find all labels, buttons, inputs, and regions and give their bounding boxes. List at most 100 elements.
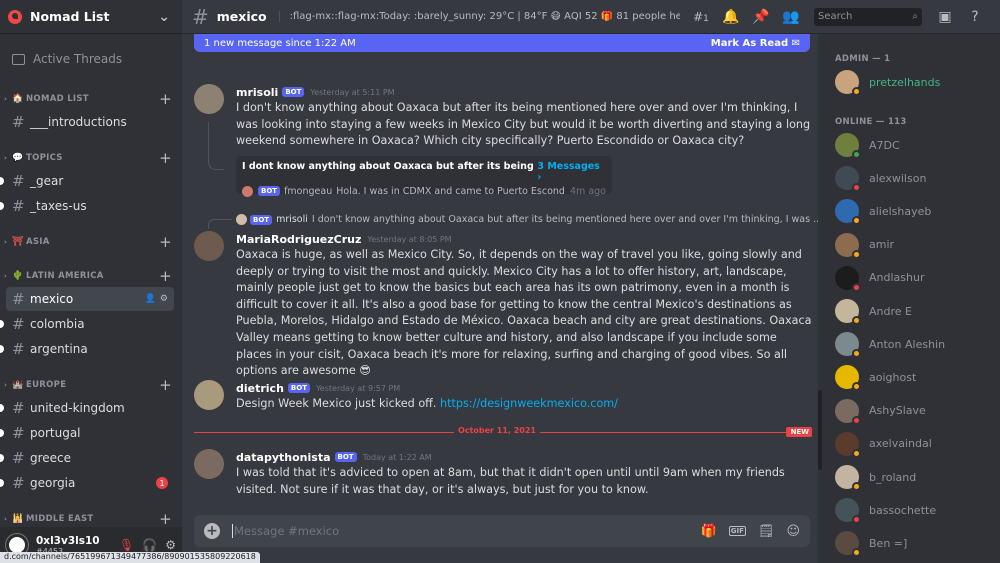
channel-settings-gear-icon[interactable]: ⚙ — [160, 294, 168, 304]
avatar[interactable] — [194, 380, 224, 410]
gift-icon[interactable]: 🎁 — [701, 524, 717, 539]
search-input[interactable]: Search ⌕ — [814, 7, 922, 26]
member-item[interactable]: axelvaindal — [835, 431, 932, 458]
thread-message-count[interactable]: 3 Messages › — [537, 161, 606, 183]
member-name: A7DC — [869, 138, 900, 152]
message-mrisoli: mrisoli BOT Yesterday at 5:11 PM I don't… — [182, 84, 812, 197]
hash-icon: # — [12, 340, 25, 358]
message-author[interactable]: mrisoli — [236, 86, 278, 99]
inbox-icon[interactable]: ▣ — [930, 9, 960, 25]
channel-item-___introductions[interactable]: # ___introductions — [6, 110, 174, 134]
mute-mic-icon[interactable]: 🎙 — [119, 538, 134, 552]
channel-item-_taxes-us[interactable]: # _taxes-us — [0, 194, 174, 218]
reply-avatar — [236, 214, 247, 225]
member-item[interactable]: Ben =] — [835, 530, 907, 558]
message-text: Design Week Mexico just kicked off. http… — [236, 396, 812, 413]
message-input[interactable]: Message #mexico — [232, 524, 689, 538]
create-channel-icon[interactable]: + — [159, 233, 172, 251]
member-item[interactable]: aoighost — [835, 364, 916, 392]
active-threads-label: Active Threads — [33, 52, 123, 66]
member-item[interactable]: AshySlave — [835, 398, 926, 425]
create-channel-icon[interactable]: + — [159, 376, 172, 394]
category-header[interactable]: › 🌵 LATIN AMERICA + — [0, 266, 182, 286]
create-channel-icon[interactable]: + — [159, 510, 172, 528]
pin-icon[interactable]: 📌 — [746, 9, 776, 25]
member-list-icon[interactable]: 👥 — [776, 9, 806, 25]
member-item[interactable]: Andlashur — [835, 265, 924, 292]
member-item[interactable]: b_roland — [835, 464, 916, 491]
category-header[interactable]: › 💬 TOPICS + — [0, 148, 182, 168]
chevron-down-icon[interactable]: ⌄ — [158, 9, 170, 25]
member-avatar — [835, 166, 861, 193]
mention-badge: 1 — [156, 477, 168, 489]
message-text: I don't know anything about Oaxaca but a… — [236, 101, 811, 148]
channel-item-argentina[interactable]: # argentina — [0, 337, 174, 361]
hash-icon: # — [12, 449, 25, 467]
avatar[interactable] — [194, 84, 224, 114]
hash-icon: # — [12, 474, 25, 492]
member-item[interactable]: alielshayeb — [835, 198, 931, 226]
user-settings-gear-icon[interactable]: ⚙ — [165, 538, 176, 552]
avatar[interactable] — [194, 231, 224, 261]
channel-item-georgia[interactable]: # georgia 1 — [0, 471, 174, 495]
member-item[interactable]: Anton Aleshin — [835, 331, 945, 359]
new-messages-banner[interactable]: 1 new message since 1:22 AM Mark As Read… — [194, 34, 810, 52]
invite-icon[interactable]: 👤 — [145, 294, 156, 304]
message-author[interactable]: dietrich — [236, 382, 284, 395]
message-mariarodriguezcruz: MariaRodriguezCruz Yesterday at 8:05 PM … — [182, 231, 812, 380]
channel-item-greece[interactable]: # greece — [0, 446, 174, 470]
channel-item-portugal[interactable]: # portugal — [0, 421, 174, 445]
unread-indicator — [0, 429, 4, 437]
channel-item-_gear[interactable]: # _gear — [0, 169, 174, 193]
member-name: alexwilson — [869, 171, 927, 185]
thread-preview[interactable]: I dont know anything about Oaxaca but af… — [236, 155, 612, 197]
message-link[interactable]: https://designweekmexico.com/ — [440, 397, 618, 410]
add-attachment-icon[interactable]: + — [204, 523, 220, 539]
create-channel-icon[interactable]: + — [159, 149, 172, 167]
create-channel-icon[interactable]: + — [159, 90, 172, 108]
channel-name: greece — [30, 451, 72, 465]
channel-topic[interactable]: :flag-mx::flag-mx:Today: :barely_sunny: … — [278, 11, 680, 22]
help-icon[interactable]: ? — [960, 9, 990, 25]
headphones-icon[interactable]: 🎧 — [142, 538, 157, 552]
hash-icon: # — [12, 172, 25, 190]
thread-last-text: Hola. I was in CDMX and came to Puerto E… — [336, 185, 565, 197]
server-header[interactable]: Nomad List ⌄ — [0, 0, 182, 34]
thread-count: 1 — [703, 13, 709, 24]
gif-icon[interactable]: GIF — [728, 526, 746, 536]
channel-item-colombia[interactable]: # colombia — [0, 312, 174, 336]
member-avatar — [835, 232, 861, 259]
category-header[interactable]: › 🕌 MIDDLE EAST + — [0, 509, 182, 529]
mark-as-read-button[interactable]: Mark As Read ✉ — [711, 38, 800, 49]
message-author[interactable]: datapythonista — [236, 451, 331, 464]
channel-name: georgia — [30, 476, 76, 490]
date-divider: October 11, 2021 NEW — [194, 426, 812, 437]
category-header[interactable]: › ⛩ ASIA + — [0, 232, 182, 252]
emoji-icon[interactable]: ☺ — [786, 524, 800, 539]
category-header[interactable]: › 🏠 NOMAD LIST + — [0, 89, 182, 109]
channel-title: mexico — [216, 9, 267, 24]
message-timestamp: Today at 1:22 AM — [362, 452, 432, 462]
member-item[interactable]: bassochette — [835, 497, 936, 525]
avatar[interactable] — [194, 449, 224, 479]
create-channel-icon[interactable]: + — [159, 267, 172, 285]
notification-bell-icon[interactable]: 🔔 — [716, 9, 746, 25]
member-item[interactable]: pretzelhands — [835, 69, 940, 96]
sticker-icon[interactable]: 🗒 — [758, 524, 775, 539]
bot-badge: BOT — [282, 87, 305, 97]
channel-item-united-kingdom[interactable]: # united-kingdom — [0, 396, 174, 420]
category-name: TOPICS — [26, 153, 63, 163]
member-item[interactable]: A7DC — [835, 132, 900, 159]
message-author[interactable]: MariaRodriguezCruz — [236, 233, 361, 246]
category-header[interactable]: › 🏰 EUROPE + — [0, 375, 182, 395]
thread-last-time: 4m ago — [570, 185, 606, 197]
member-item[interactable]: Andre E — [835, 298, 912, 325]
threads-icon[interactable]: #1 — [686, 10, 716, 24]
message-composer[interactable]: + Message #mexico 🎁 GIF 🗒 ☺ — [194, 515, 810, 547]
channel-item-mexico[interactable]: # mexico 👤 ⚙ — [6, 287, 174, 311]
chat-area: 1 new message since 1:22 AM Mark As Read… — [182, 34, 822, 563]
member-item[interactable]: alexwilson — [835, 165, 927, 193]
reply-reference[interactable]: BOT mrisoli I don't know anything about … — [236, 214, 822, 225]
active-threads-button[interactable]: Active Threads — [0, 43, 182, 75]
member-item[interactable]: amir — [835, 232, 894, 259]
